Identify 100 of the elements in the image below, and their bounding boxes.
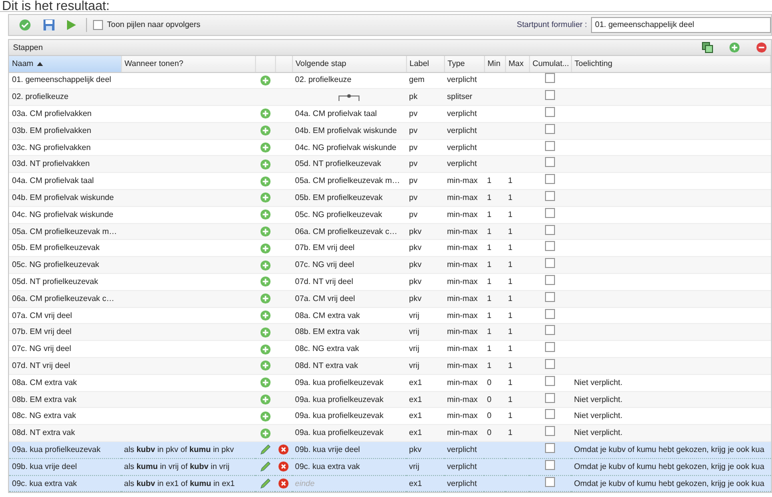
table-cell: pv bbox=[409, 192, 418, 204]
add-icon[interactable] bbox=[260, 242, 270, 254]
table-row[interactable]: 04b. EM profielvak wiskunde 05b. EM profielkeuzevak pv min-max 1 1 bbox=[9, 190, 770, 206]
checkbox[interactable] bbox=[545, 409, 555, 420]
table-cell: 1 bbox=[508, 175, 512, 188]
delete-icon[interactable] bbox=[278, 461, 289, 472]
add-icon[interactable] bbox=[260, 142, 270, 153]
table-row[interactable]: 03a. CM profielvakken 04a. CM profielvak taal pv verplicht bbox=[9, 106, 770, 122]
delete-icon[interactable] bbox=[278, 478, 289, 489]
add-icon[interactable] bbox=[260, 276, 270, 288]
table-cell: 09a. kua profielkeuzevak bbox=[12, 444, 100, 456]
table-row[interactable]: 05a. CM profielkeuzevak m… 06a. CM profielkeuzevak c… pkv min-max 1 1 bbox=[9, 223, 770, 240]
start-dropdown[interactable]: 01. gemeenschappelijk deel bbox=[591, 17, 771, 33]
add-icon[interactable] bbox=[260, 310, 270, 321]
add-icon[interactable] bbox=[260, 74, 270, 86]
checkbox[interactable] bbox=[545, 174, 555, 184]
table-row[interactable]: 08b. EM extra vak 09a. kua profielkeuzevak ex1 min-max 0 1 Niet verplicht. bbox=[9, 391, 770, 408]
add-icon[interactable] bbox=[260, 394, 270, 405]
checkbox[interactable] bbox=[545, 274, 555, 285]
add-icon[interactable] bbox=[260, 377, 270, 388]
table-cell: Niet verplicht. bbox=[574, 376, 622, 389]
checkbox[interactable] bbox=[545, 392, 555, 403]
table-row[interactable]: 03d. NT profielvakken 05d. NT profielkeuzevak pv verplicht bbox=[9, 156, 770, 173]
table-cell: min-max bbox=[447, 175, 478, 188]
add-icon[interactable] bbox=[260, 428, 270, 439]
checkbox[interactable] bbox=[545, 426, 555, 436]
checkbox[interactable] bbox=[545, 325, 555, 336]
checkbox[interactable] bbox=[545, 124, 555, 134]
table-cell: 1 bbox=[508, 310, 512, 322]
checkbox[interactable] bbox=[545, 476, 555, 487]
table-cell: ex1 bbox=[409, 410, 422, 422]
table-row[interactable]: 09c. kua extra vak als kubv in ex1 of kumu in ex1 einde ex1 verplicht Omdat je kubv of kumu hebt gekozen, krijg je ook kua bbox=[9, 475, 770, 492]
checkbox[interactable] bbox=[545, 140, 555, 151]
table-row[interactable]: 02. profielkeuze pk splitser bbox=[9, 88, 770, 106]
add-icon[interactable] bbox=[260, 176, 270, 187]
delete-icon[interactable] bbox=[278, 444, 289, 456]
checkbox[interactable] bbox=[545, 442, 555, 453]
checkbox[interactable] bbox=[545, 90, 555, 100]
pencil-icon[interactable] bbox=[260, 461, 270, 472]
table-cell: 03b. EM profielvakken bbox=[12, 124, 92, 137]
checkbox[interactable] bbox=[545, 308, 555, 319]
table-row[interactable]: 05d. NT profielkeuzevak 07d. NT vrij deel pkv min-max 1 1 bbox=[9, 274, 770, 290]
checkbox[interactable] bbox=[545, 342, 555, 352]
table-cell: vrij bbox=[409, 326, 420, 338]
add-icon[interactable] bbox=[260, 260, 270, 271]
add-icon[interactable] bbox=[260, 192, 270, 204]
add-icon[interactable] bbox=[260, 326, 270, 338]
table-cell: 0 bbox=[487, 394, 492, 406]
table-row[interactable]: 09b. kua vrije deel als kumu in vrij of kubv in vrij 09c. kua extra vak vrij verplicht Omdat je kubv of kumu hebt gekozen, krijg je ook kua bbox=[9, 458, 770, 476]
checkbox[interactable] bbox=[545, 208, 555, 218]
table-cell: 04a. CM profielvak taal bbox=[295, 108, 377, 120]
table-row[interactable]: 06a. CM profielkeuzevak c… 07a. CM vrij deel pkv min-max 1 1 bbox=[9, 290, 770, 308]
checkbox[interactable] bbox=[545, 73, 555, 84]
table-cell: pv bbox=[409, 108, 418, 120]
column-header[interactable]: Naam bbox=[12, 58, 34, 70]
checkbox[interactable] bbox=[545, 358, 555, 369]
table-cell: 06a. CM profielkeuzevak c… bbox=[12, 292, 114, 305]
checkbox[interactable] bbox=[545, 292, 555, 302]
checkbox[interactable] bbox=[545, 460, 555, 470]
checkbox[interactable] bbox=[545, 106, 555, 117]
checkbox[interactable] bbox=[93, 20, 103, 30]
table-cell: 09a. kua profielkeuzevak bbox=[295, 410, 384, 422]
table-row[interactable]: 05c. NG profielkeuzevak 07c. NG vrij deel pkv min-max 1 1 bbox=[9, 256, 770, 274]
table-cell: 03a. CM profielvakken bbox=[12, 108, 92, 120]
checkbox[interactable] bbox=[545, 224, 555, 235]
table-row[interactable]: 08d. NT extra vak 09a. kua profielkeuzevak ex1 min-max 0 1 Niet verplicht. bbox=[9, 424, 770, 442]
table-cell: pkv bbox=[409, 226, 422, 238]
add-icon[interactable] bbox=[260, 209, 270, 220]
pencil-icon[interactable] bbox=[260, 478, 270, 489]
checkbox[interactable] bbox=[545, 258, 555, 268]
checkbox[interactable] bbox=[545, 241, 555, 252]
checkbox[interactable] bbox=[545, 376, 555, 386]
add-icon[interactable] bbox=[260, 226, 270, 237]
pencil-icon[interactable] bbox=[260, 444, 270, 456]
table-cell: min-max bbox=[447, 208, 478, 221]
table-row[interactable]: 09a. kua profielkeuzevak als kubv in pkv of kumu in pkv 09b. kua vrije deel pkv verplicht Omdat je kubv of kumu hebt gekozen, krijg je ook kua bbox=[9, 442, 770, 458]
table-cell: 1 bbox=[487, 326, 492, 338]
add-icon[interactable] bbox=[260, 158, 270, 170]
table-row[interactable]: 07d. NT vrij deel 08d. NT extra vak vrij min-max 1 1 bbox=[9, 358, 770, 374]
add-icon[interactable] bbox=[260, 125, 270, 136]
table-cell: verplicht bbox=[447, 108, 477, 120]
add-icon[interactable] bbox=[260, 344, 270, 355]
table-cell: 03c. NG profielvakken bbox=[12, 142, 91, 154]
table-row[interactable]: 08a. CM extra vak 09a. kua profielkeuzevak ex1 min-max 0 1 Niet verplicht. bbox=[9, 374, 770, 392]
add-icon[interactable] bbox=[260, 410, 270, 422]
table-cell: pv bbox=[409, 124, 418, 137]
add-icon[interactable] bbox=[260, 360, 270, 372]
table-row[interactable]: 04c. NG profielvak wiskunde 05c. NG profielkeuzevak pv min-max 1 1 bbox=[9, 206, 770, 224]
add-icon[interactable] bbox=[260, 293, 270, 304]
add-icon[interactable] bbox=[260, 108, 270, 120]
table-cell: pkv bbox=[409, 242, 422, 254]
table-row[interactable]: 07b. EM vrij deel 08b. EM extra vak vrij min-max 1 1 bbox=[9, 324, 770, 341]
table-cell: pkv bbox=[409, 276, 422, 288]
checkbox-label: Toon pijlen naar opvolgers bbox=[107, 19, 200, 31]
table-row[interactable]: 03b. EM profielvakken 04b. EM profielvak wiskunde pv verplicht bbox=[9, 122, 770, 140]
sort-ascending-icon[interactable] bbox=[37, 62, 44, 66]
column-header[interactable]: Toelichting bbox=[574, 58, 612, 70]
checkbox[interactable] bbox=[545, 190, 555, 201]
table-cell: 08d. NT extra vak bbox=[295, 360, 358, 372]
checkbox[interactable] bbox=[545, 157, 555, 168]
